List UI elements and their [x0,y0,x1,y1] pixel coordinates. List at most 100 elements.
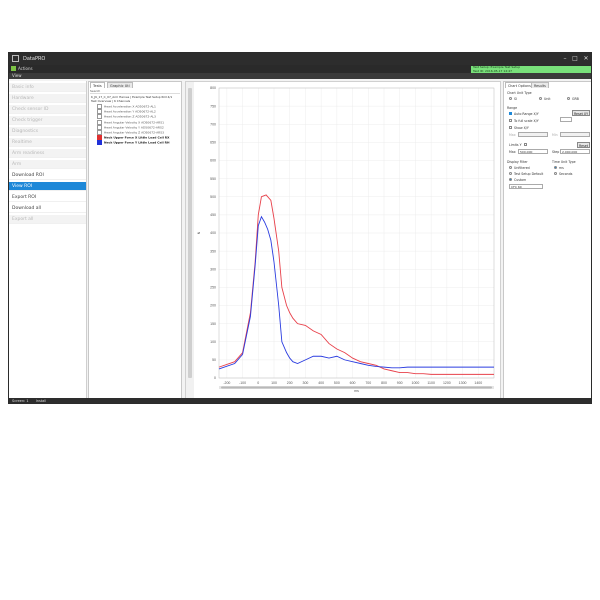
limits-y-checkbox[interactable] [524,143,527,146]
series-line-1 [218,194,494,375]
x-tick-label: 1200 [443,381,451,385]
x-tick-label: 900 [397,381,403,385]
reset-xy-button[interactable]: Reset XY [572,110,590,116]
x-tick-label: -100 [239,381,246,385]
chart-unit-type-label: Chart Unit Type [507,91,532,95]
auto-range-checkbox[interactable] [509,112,512,115]
channel-label: Head Angular Velocity Y AD50672-ARS2 [104,125,164,130]
maximize-icon[interactable]: □ [570,53,580,65]
x-tick-label: 1300 [459,381,467,385]
filter-default-label: Test Setup Default [514,171,544,176]
x-tick-label: 600 [350,381,356,385]
filter-custom-label: Custom [514,177,527,182]
time-seconds-label: Seconds [559,171,573,176]
auto-range-label: Auto Range X/Y [514,111,539,116]
sidebar-item-arm: Arm [9,160,86,169]
unit-grb-radio[interactable] [567,97,570,100]
tab-results[interactable]: Results [531,82,549,88]
sidebar-item-check-sensor-id: Check sensor ID [9,105,86,114]
y-axis-label: N [197,231,201,234]
show-xy-checkbox[interactable] [509,126,512,129]
home-icon[interactable] [11,66,16,71]
y-tick-label: 450 [210,213,216,217]
x-tick-label: 800 [381,381,387,385]
x-tick-label: 0 [257,381,259,385]
y-tick-label: 350 [210,249,216,253]
max-label: Max [509,133,516,137]
unit-unit-label: Unit [544,96,551,101]
x-tick-label: 200 [287,381,293,385]
reset-limits-button[interactable]: Reset [577,142,590,148]
max-input[interactable] [518,132,548,137]
channels-tabs: Tests Graphic Utl [89,82,183,88]
x-axis-label: ms [354,389,359,393]
min-label: Min [552,133,558,137]
unit-grb-label: GRB [572,96,579,101]
time-ms-label: ms [559,165,564,170]
menu-bar: View [9,73,591,79]
sidebar-item-basic-info: Basic info [9,83,86,92]
sidebar-item-view-roi[interactable]: View ROI [9,182,86,191]
x-tick-label: 700 [365,381,371,385]
filter-custom-radio[interactable] [509,178,512,181]
actions-label[interactable]: Actions [18,65,33,73]
step-input[interactable]: 2.000.000 [560,149,590,154]
sidebar-item-export-roi[interactable]: Export ROI [9,193,86,202]
unit-unit-radio[interactable] [539,97,542,100]
sidebar-item-realtime: Realtime [9,138,86,147]
limits-max-label: Max [509,150,516,154]
status-bar: Screen: 1 Install [9,398,591,403]
fit-scale-label: To full scale X/Y [514,118,539,123]
filter-unfiltered-label: Unfiltered [514,165,530,170]
tab-chart-options[interactable]: Chart Options [505,82,534,88]
limits-y-label: Limits Y [509,143,522,147]
y-tick-label: 600 [210,159,216,163]
filter-unfiltered-radio[interactable] [509,166,512,169]
fit-scale-checkbox[interactable] [509,119,512,122]
vertical-scroll-thumb[interactable] [188,88,192,378]
channel-label: Neck Upper Force Y Little Load Cell RH [104,140,170,145]
min-input[interactable] [560,132,590,137]
y-tick-label: 700 [210,122,216,126]
unit-si-radio[interactable] [509,97,512,100]
sidebar-item-download-all[interactable]: Download all [9,204,86,213]
app-window: DataPRO – □ ✕ Actions Test Setup: Exampl… [8,52,592,404]
status-install[interactable]: Install [36,399,47,403]
channel-checkbox[interactable] [97,140,102,146]
x-tick-label: 1100 [427,381,435,385]
filter-default-radio[interactable] [509,172,512,175]
y-tick-label: 300 [210,267,216,271]
x-tick-label: 300 [303,381,309,385]
filter-select[interactable]: CFC 60 [509,184,543,189]
y-tick-label: 150 [210,322,216,326]
sidebar-item-diagnostics: Diagnostics [9,127,86,136]
tab-graphic-util[interactable]: Graphic Utl [107,82,133,88]
y-tick-label: 0 [214,376,216,380]
limits-max-input[interactable]: 500.000 [518,149,548,154]
tab-tests[interactable]: Tests [90,82,105,88]
tree-overview-label[interactable]: Test Overview | 6 Channels [91,99,130,103]
time-seconds-radio[interactable] [554,172,557,175]
display-filter-label: Display Filter [507,160,528,164]
y-tick-label: 800 [210,86,216,90]
x-tick-label: 1000 [412,381,420,385]
line-chart: -200 -100 0 100 200 300 400 500 600 700 800 900 1000… [186,82,495,398]
y-tick-label: 200 [210,304,216,308]
app-logo-icon [12,55,19,62]
close-icon[interactable]: ✕ [581,53,591,65]
y-tick-label: 550 [210,177,216,181]
y-tick-label: 50 [212,358,216,362]
horizontal-scroll-thumb[interactable] [221,386,492,389]
fit-scale-value[interactable] [560,117,572,122]
channel-item[interactable]: Neck Upper Force Y Little Load Cell RH [97,140,170,146]
sidebar-item-check-trigger: Check trigger [9,116,86,125]
sidebar-item-download-roi[interactable]: Download ROI [9,171,86,180]
y-tick-label: 100 [210,340,216,344]
chart-area: -200 -100 0 100 200 300 400 500 600 700 800 900 1000… [185,81,501,399]
x-tick-label: -200 [223,381,230,385]
minimize-icon[interactable]: – [560,53,570,65]
time-ms-radio[interactable] [554,166,557,169]
channel-search[interactable]: Search [90,89,180,94]
sidebar-item-export-all: Export all [9,215,86,224]
menu-view[interactable]: View [12,73,22,78]
